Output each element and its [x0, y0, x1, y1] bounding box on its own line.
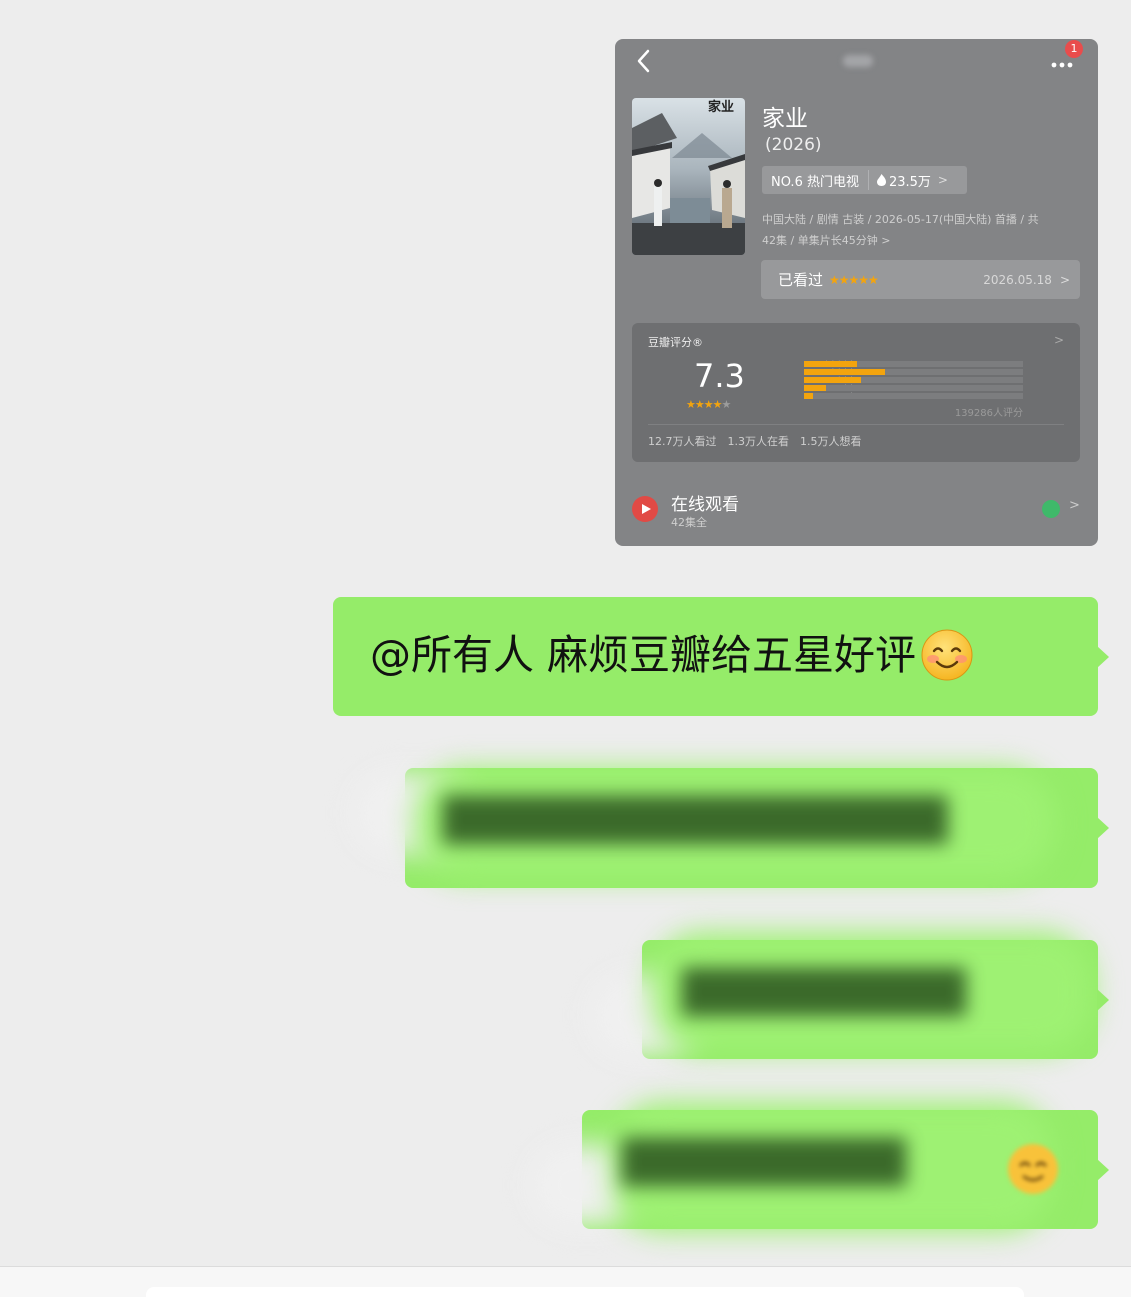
message-text-row: @所有人 麻烦豆瓣给五星好评 [370, 627, 974, 683]
distribution-bar [804, 393, 813, 399]
distribution-row: ★ [752, 391, 1027, 400]
rank-chip[interactable]: NO.6 热门电视 23.5万 > [762, 166, 967, 194]
rating-stars: ★★★★★ [686, 398, 732, 411]
douban-rating-panel[interactable]: 豆瓣评分® > 7.3 ★★★★★ ★★★★★★★★★★★★★★★ 139286… [632, 323, 1080, 462]
blurred-page-title [843, 55, 873, 67]
blurred-message-text: ████████████████ [443, 796, 948, 844]
watched-date: 2026.05.18 [983, 272, 1052, 287]
star-icon: ★ [686, 398, 696, 411]
distribution-row: ★★★ [752, 375, 1027, 384]
message-bubble-blurred[interactable]: █████████ [592, 932, 1109, 1059]
message-bubble-blurred[interactable]: ████████████████ [355, 768, 1109, 888]
chevron-right-icon: > [937, 173, 948, 187]
distribution-track [804, 393, 1023, 399]
watched-label: 已看过 [778, 271, 824, 289]
watch-online-title: 在线观看 [671, 495, 739, 515]
stat-watching: 1.3万人在看 [727, 435, 790, 448]
user-rating-stars: ★★★★★ [829, 272, 879, 287]
chevron-right-icon: > [1069, 498, 1080, 513]
grinning-face-icon [1008, 1144, 1058, 1194]
rank-label: NO.6 热门电视 [771, 174, 859, 190]
star-icon: ★ [694, 398, 705, 411]
blurred-message-text: █████████ [622, 1138, 906, 1186]
iqiyi-logo-icon [1042, 500, 1060, 518]
svg-text:家业: 家业 [708, 99, 734, 115]
star-icon: ★ [721, 398, 732, 411]
smiling-face-icon [921, 629, 973, 681]
chevron-right-icon: > [1053, 333, 1064, 347]
star-icon: ★ [712, 398, 723, 411]
rating-stats: 12.7万人看过 1.3万人在看 1.5万人想看 [648, 433, 862, 449]
bottom-input-bar [0, 1266, 1131, 1297]
show-year: (2026) [765, 135, 822, 155]
show-meta-line-1: 中国大陆 / 剧情 古装 / 2026-05-17(中国大陆) 首播 / 共 [762, 213, 1039, 226]
rating-distribution: ★★★★★★★★★★★★★★★ [752, 359, 1027, 406]
show-title: 家业 [762, 106, 808, 132]
play-icon [632, 496, 658, 522]
shared-screenshot-card[interactable]: 1 家业 家业 (2026) NO.6 热门电视 23.5万 > 中国大陆 / … [615, 39, 1098, 546]
watch-online-row[interactable]: 在线观看 42集全 > [632, 494, 1080, 534]
distribution-bar [804, 385, 826, 391]
back-arrow-icon [637, 49, 650, 73]
stat-watched: 12.7万人看过 [648, 435, 717, 448]
divider [648, 424, 1064, 425]
message-bubble[interactable]: @所有人 麻烦豆瓣给五星好评 [333, 597, 1109, 716]
rating-label: 豆瓣评分® [648, 336, 703, 349]
message-bubble-blurred[interactable]: █████████ [532, 1102, 1109, 1232]
blurred-message-text: █████████ [682, 968, 966, 1016]
message-text: @所有人 麻烦豆瓣给五星好评 [370, 631, 917, 679]
heat-value: 23.5万 [888, 174, 931, 190]
notification-badge: 1 [1065, 40, 1083, 58]
flame-icon [876, 174, 886, 186]
show-meta-line-2[interactable]: 42集 / 单集片长45分钟 > [762, 232, 890, 248]
chevron-right-icon: > [1059, 272, 1070, 287]
chat-screen: 1 家业 家业 (2026) NO.6 热门电视 23.5万 > 中国大陆 / … [0, 0, 1131, 1297]
watched-status-row[interactable]: 已看过 ★★★★★ 2026.05.18 > [761, 260, 1080, 299]
heat-indicator: 23.5万 > [869, 171, 948, 190]
poster-image: 家业 [632, 98, 745, 255]
distribution-track [804, 385, 1023, 391]
stat-want: 1.5万人想看 [800, 435, 862, 448]
distribution-row: ★★ [752, 383, 1027, 392]
distribution-row: ★★★★★ [752, 359, 1027, 368]
rating-score: 7.3 [694, 357, 745, 395]
message-input[interactable] [146, 1287, 1024, 1297]
rating-count: 139286人评分 [954, 408, 1023, 419]
watch-online-subtitle: 42集全 [671, 516, 707, 529]
distribution-row: ★★★★ [752, 367, 1027, 376]
star-icon: ★ [703, 398, 714, 411]
